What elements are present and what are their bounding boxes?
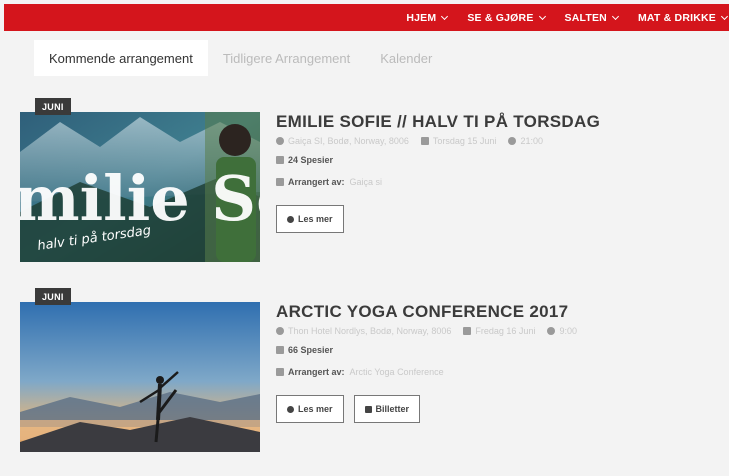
event-image[interactable] xyxy=(20,302,260,452)
nav-item-label: HJEM xyxy=(406,11,437,24)
event-location[interactable]: Gaiça SI, Bodø, Norway, 8006 xyxy=(288,136,409,146)
chevron-down-icon xyxy=(538,12,546,20)
organizer-icon xyxy=(276,368,284,376)
ticket-icon xyxy=(364,405,372,413)
read-more-button[interactable]: Les mer xyxy=(276,205,344,233)
event-title[interactable]: ARCTIC YOGA CONFERENCE 2017 xyxy=(276,302,716,322)
location-pin-icon xyxy=(276,327,284,335)
clock-icon xyxy=(508,137,517,145)
event-card: JUNI milie So halv ti på torsdag xyxy=(20,98,729,262)
event-meta: Gaiça SI, Bodø, Norway, 8006 Torsdag 15 … xyxy=(276,136,716,146)
tab-tidligere[interactable]: Tidligere Arrangement xyxy=(208,40,365,76)
tickets-button[interactable]: Billetter xyxy=(353,395,421,423)
calendar-icon xyxy=(420,137,429,145)
read-more-label: Les mer xyxy=(298,404,333,414)
event-date: Torsdag 15 Juni xyxy=(432,136,497,146)
event-time: 9:00 xyxy=(559,326,577,336)
nav-item-se-gjore[interactable]: SE & GJØRE xyxy=(467,11,546,24)
organizer-icon xyxy=(276,178,284,186)
interested-row: 66 Spesier xyxy=(276,345,716,355)
tab-kalender[interactable]: Kalender xyxy=(365,40,447,76)
calendar-icon xyxy=(463,327,472,335)
users-icon xyxy=(276,346,284,354)
event-time: 21:00 xyxy=(520,136,543,146)
nav-item-salten[interactable]: SALTEN xyxy=(564,11,619,24)
nav-item-label: SE & GJØRE xyxy=(467,11,534,24)
top-navigation: HJEM SE & GJØRE SALTEN MAT & DRIKKE xyxy=(0,0,729,36)
interested-count: 24 Spesier xyxy=(288,155,334,165)
event-location[interactable]: Thon Hotel Nordlys, Bodø, Norway, 8006 xyxy=(288,326,451,336)
month-badge: JUNI xyxy=(35,288,71,305)
month-badge: JUNI xyxy=(35,98,71,115)
event-title[interactable]: EMILIE SOFIE // HALV TI PÅ TORSDAG xyxy=(276,112,716,132)
event-tabs: Kommende arrangement Tidligere Arrangeme… xyxy=(34,40,447,76)
event-date: Fredag 16 Juni xyxy=(475,326,536,336)
event-meta: Thon Hotel Nordlys, Bodø, Norway, 8006 F… xyxy=(276,326,716,336)
interested-count: 66 Spesier xyxy=(288,345,334,355)
location-pin-icon xyxy=(276,137,284,145)
event-image-art: milie So halv ti på torsdag xyxy=(20,112,260,262)
organizer-link[interactable]: Gaiça si xyxy=(350,177,383,187)
organizer-label: Arrangert av: xyxy=(288,367,345,377)
read-more-label: Les mer xyxy=(298,214,333,224)
organizer-row: Arrangert av: Gaiça si xyxy=(276,177,716,187)
nav-item-label: MAT & DRIKKE xyxy=(637,11,716,24)
tab-kommende[interactable]: Kommende arrangement xyxy=(34,40,208,76)
event-info: ARCTIC YOGA CONFERENCE 2017 Thon Hotel N… xyxy=(276,302,716,423)
clock-icon xyxy=(547,327,556,335)
organizer-link[interactable]: Arctic Yoga Conference xyxy=(350,367,444,377)
nav-item-hjem[interactable]: HJEM xyxy=(406,11,449,24)
chevron-down-icon xyxy=(611,12,619,20)
read-more-button[interactable]: Les mer xyxy=(276,395,344,423)
nav-item-mat-drikke[interactable]: MAT & DRIKKE xyxy=(637,11,729,24)
info-icon xyxy=(287,215,294,223)
event-image[interactable]: milie So halv ti på torsdag xyxy=(20,112,260,262)
nav-bar: HJEM SE & GJØRE SALTEN MAT & DRIKKE xyxy=(4,4,729,31)
event-image-art xyxy=(20,302,260,452)
event-actions: Les mer Billetter xyxy=(276,395,716,423)
organizer-row: Arrangert av: Arctic Yoga Conference xyxy=(276,367,716,377)
chevron-down-icon xyxy=(441,12,449,20)
nav-item-label: SALTEN xyxy=(564,11,607,24)
event-card: JUNI ARCTIC YOGA CONFERENCE 2017 Thon Ho… xyxy=(20,288,729,452)
interested-row: 24 Spesier xyxy=(276,155,716,165)
users-icon xyxy=(276,156,284,164)
chevron-down-icon xyxy=(720,12,729,20)
info-icon xyxy=(287,405,294,413)
event-info: EMILIE SOFIE // HALV TI PÅ TORSDAG Gaiça… xyxy=(276,112,716,233)
organizer-label: Arrangert av: xyxy=(288,177,345,187)
tickets-label: Billetter xyxy=(375,404,410,414)
event-actions: Les mer xyxy=(276,205,716,233)
